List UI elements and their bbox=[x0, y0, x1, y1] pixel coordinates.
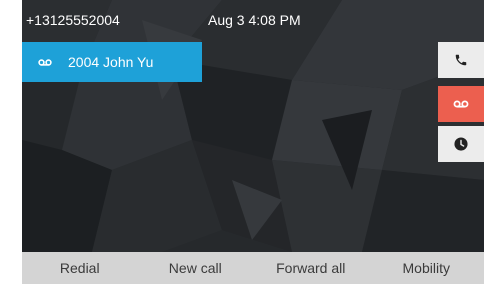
phone-icon bbox=[455, 54, 467, 66]
phone-screen: +13125552004 Aug 3 4:08 PM 2004 John Yu … bbox=[22, 0, 484, 284]
voicemail-icon bbox=[453, 100, 469, 108]
mobility-softkey[interactable]: Mobility bbox=[369, 252, 485, 284]
voicemail-icon bbox=[38, 58, 52, 66]
voicemail-tab-button[interactable] bbox=[438, 86, 484, 122]
line-label: 2004 John Yu bbox=[68, 54, 154, 70]
phone-number: +13125552004 bbox=[26, 12, 120, 28]
new-call-softkey[interactable]: New call bbox=[138, 252, 254, 284]
phone-tab-button[interactable] bbox=[438, 42, 484, 78]
softkey-bar: Redial New call Forward all Mobility bbox=[22, 252, 484, 284]
status-bar: +13125552004 Aug 3 4:08 PM bbox=[22, 0, 484, 42]
line-button-2004[interactable]: 2004 John Yu bbox=[22, 42, 202, 82]
recents-tab-button[interactable] bbox=[438, 126, 484, 162]
redial-softkey[interactable]: Redial bbox=[22, 252, 138, 284]
clock-icon bbox=[454, 137, 468, 151]
date-time: Aug 3 4:08 PM bbox=[208, 12, 301, 28]
forward-all-softkey[interactable]: Forward all bbox=[253, 252, 369, 284]
